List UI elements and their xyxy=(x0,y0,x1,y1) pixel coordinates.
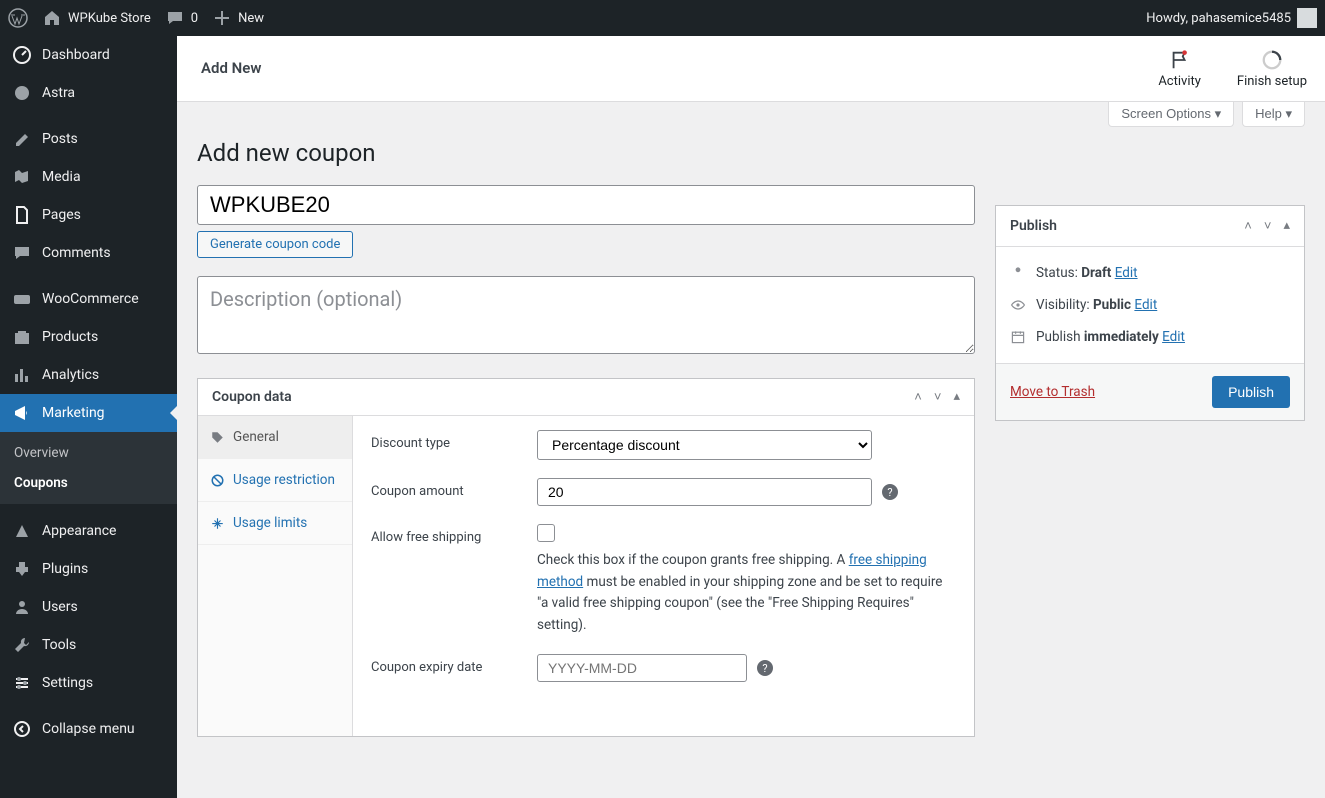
publish-button[interactable]: Publish xyxy=(1212,376,1290,408)
menu-media[interactable]: Media xyxy=(0,158,177,196)
menu-products[interactable]: Products xyxy=(0,318,177,356)
menu-settings[interactable]: Settings xyxy=(0,664,177,702)
page-header-title: Add New xyxy=(177,36,285,101)
free-shipping-label: Allow free shipping xyxy=(371,524,537,545)
progress-icon xyxy=(1261,49,1283,71)
menu-collapse[interactable]: Collapse menu xyxy=(0,710,177,748)
help-button[interactable]: Help ▾ xyxy=(1242,102,1305,127)
schedule-row: Publish immediately Edit xyxy=(1010,321,1290,353)
comment-icon xyxy=(165,8,185,28)
menu-posts[interactable]: Posts xyxy=(0,120,177,158)
avatar xyxy=(1297,8,1317,28)
plus-icon xyxy=(212,8,232,28)
tab-usage-restriction[interactable]: Usage restriction xyxy=(198,459,352,502)
restriction-icon xyxy=(210,473,225,488)
menu-appearance[interactable]: Appearance xyxy=(0,512,177,550)
flag-icon xyxy=(1169,49,1191,71)
menu-astra[interactable]: Astra xyxy=(0,74,177,112)
calendar-icon xyxy=(1010,329,1026,345)
description-input[interactable] xyxy=(197,276,975,354)
generate-code-button[interactable]: Generate coupon code xyxy=(197,231,353,258)
menu-dashboard[interactable]: Dashboard xyxy=(0,36,177,74)
admin-bar: WPKube Store 0 New Howdy, pahasemice5485 xyxy=(0,0,1325,36)
menu-woocommerce[interactable]: WooCommerce xyxy=(0,280,177,318)
move-up-icon[interactable]: ˄ xyxy=(1244,218,1252,234)
move-down-icon[interactable]: ˅ xyxy=(1264,218,1272,234)
comments-count: 0 xyxy=(191,11,198,26)
wordpress-logo[interactable] xyxy=(8,8,28,28)
coupon-amount-input[interactable] xyxy=(537,478,872,506)
user-greeting[interactable]: Howdy, pahasemice5485 xyxy=(1146,8,1317,28)
toggle-icon[interactable]: ▴ xyxy=(1283,218,1290,234)
page-header: Add New Activity Finish setup xyxy=(177,36,1325,102)
content-area: Add New Activity Finish setup Screen Opt… xyxy=(177,36,1325,798)
menu-marketing[interactable]: Marketing xyxy=(0,394,177,432)
page-title: Add new coupon xyxy=(197,139,1305,167)
tag-icon xyxy=(210,430,225,445)
coupon-code-input[interactable] xyxy=(197,185,975,225)
move-up-icon[interactable]: ˄ xyxy=(914,389,922,405)
discount-type-select[interactable]: Percentage discount xyxy=(537,430,872,460)
wordpress-icon xyxy=(8,8,28,28)
tab-general[interactable]: General xyxy=(198,416,352,459)
site-link[interactable]: WPKube Store xyxy=(42,8,151,28)
menu-plugins[interactable]: Plugins xyxy=(0,550,177,588)
menu-comments[interactable]: Comments xyxy=(0,234,177,272)
screen-options-button[interactable]: Screen Options ▾ xyxy=(1108,102,1234,127)
submenu-coupons[interactable]: Coupons xyxy=(0,468,177,498)
menu-tools[interactable]: Tools xyxy=(0,626,177,664)
help-icon[interactable]: ? xyxy=(757,660,773,676)
limits-icon xyxy=(210,516,225,531)
free-shipping-checkbox[interactable] xyxy=(537,524,555,542)
tab-usage-limits[interactable]: Usage limits xyxy=(198,502,352,545)
publish-box: Publish ˄ ˅ ▴ Status: Draft Edit xyxy=(995,205,1305,421)
submenu-overview[interactable]: Overview xyxy=(0,438,177,468)
new-label: New xyxy=(238,11,264,26)
eye-icon xyxy=(1010,297,1026,313)
coupon-data-box: Coupon data ˄ ˅ ▴ General xyxy=(197,378,975,737)
publish-title: Publish xyxy=(1010,218,1057,234)
move-down-icon[interactable]: ˅ xyxy=(934,389,942,405)
finish-setup-button[interactable]: Finish setup xyxy=(1219,36,1325,101)
activity-button[interactable]: Activity xyxy=(1140,36,1219,101)
edit-visibility-link[interactable]: Edit xyxy=(1134,297,1157,313)
marketing-submenu: Overview Coupons xyxy=(0,432,177,504)
site-name: WPKube Store xyxy=(68,11,151,26)
admin-sidebar: Dashboard Astra Posts Media Pages Commen… xyxy=(0,36,177,798)
discount-type-label: Discount type xyxy=(371,430,537,451)
home-icon xyxy=(42,8,62,28)
megaphone-icon xyxy=(12,403,32,423)
edit-status-link[interactable]: Edit xyxy=(1115,265,1138,281)
free-shipping-description: Check this box if the coupon grants free… xyxy=(537,550,956,636)
expiry-label: Coupon expiry date xyxy=(371,654,537,675)
coupon-amount-label: Coupon amount xyxy=(371,478,537,499)
greeting-text: Howdy, pahasemice5485 xyxy=(1146,11,1291,26)
expiry-date-input[interactable] xyxy=(537,654,747,682)
edit-schedule-link[interactable]: Edit xyxy=(1162,329,1185,345)
menu-pages[interactable]: Pages xyxy=(0,196,177,234)
status-row: Status: Draft Edit xyxy=(1010,257,1290,289)
new-link[interactable]: New xyxy=(212,8,264,28)
pin-icon xyxy=(1010,265,1026,281)
toggle-icon[interactable]: ▴ xyxy=(953,389,960,405)
comments-link[interactable]: 0 xyxy=(165,8,198,28)
coupon-data-title: Coupon data xyxy=(212,389,292,405)
menu-users[interactable]: Users xyxy=(0,588,177,626)
menu-analytics[interactable]: Analytics xyxy=(0,356,177,394)
visibility-row: Visibility: Public Edit xyxy=(1010,289,1290,321)
help-icon[interactable]: ? xyxy=(882,484,898,500)
move-to-trash-link[interactable]: Move to Trash xyxy=(1010,384,1095,400)
